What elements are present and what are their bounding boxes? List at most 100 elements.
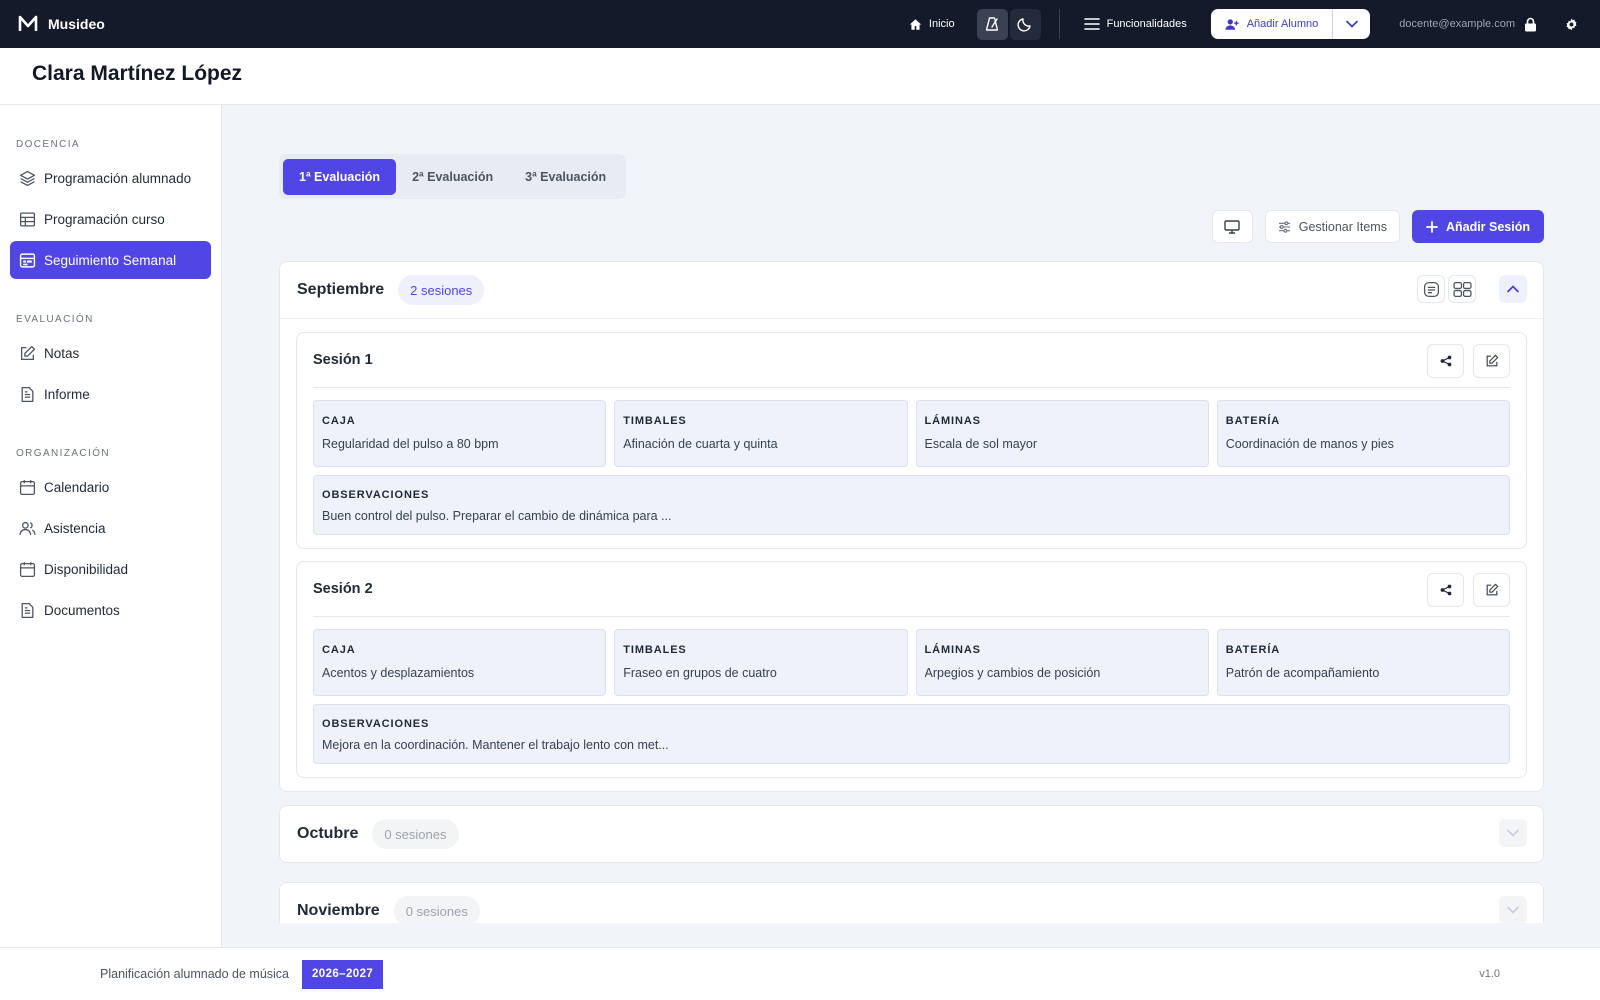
metronome-theme-button[interactable]	[976, 8, 1008, 40]
top-navbar: Musideo Inicio Funcionalidades Añadir Al…	[0, 0, 1600, 48]
sidebar-section-evaluacion: Evaluación	[16, 314, 94, 325]
item-label: Láminas	[924, 644, 981, 656]
session-title: Sesión 2	[313, 581, 373, 597]
item-cell-laminas: Láminas Arpegios y cambios de posición	[915, 629, 1209, 696]
sidebar-item-disponibilidad[interactable]: Disponibilidad	[10, 550, 211, 588]
item-value: Acentos y desplazamientos	[322, 666, 475, 680]
month-card-octubre: Octubre 0 sesiones	[279, 805, 1544, 863]
tab-1a-evaluacion[interactable]: 1ª Evaluación	[283, 158, 397, 195]
item-label: Batería	[1225, 415, 1281, 427]
edit-icon	[1486, 354, 1498, 367]
session-count-badge: 0 sesiones	[372, 819, 459, 849]
item-label: Timbales	[623, 415, 687, 427]
sidebar-item-label: Disponibilidad	[44, 561, 129, 577]
home-link[interactable]: Inicio	[901, 18, 963, 31]
features-label: Funcionalidades	[1106, 18, 1187, 30]
month-header[interactable]: Noviembre 0 sesiones	[280, 883, 1543, 923]
manage-items-label: Gestionar Items	[1298, 219, 1387, 234]
main-content: 1ª Evaluación 2ª Evaluación 3ª Evaluació…	[222, 105, 1600, 923]
item-label: Batería	[1225, 644, 1281, 656]
sidebar-item-label: Notas	[44, 345, 80, 361]
footer: Planificación alumnado de música 2026–20…	[0, 947, 1600, 1000]
item-label: Láminas	[924, 415, 981, 427]
add-student-dropdown[interactable]	[1332, 9, 1370, 39]
month-header[interactable]: Octubre 0 sesiones	[280, 806, 1543, 862]
item-value: Arpegios y cambios de posición	[924, 666, 1101, 680]
theme-switch	[976, 8, 1043, 40]
table-icon	[19, 211, 36, 227]
share-session-button[interactable]	[1427, 573, 1464, 607]
layers-icon	[19, 170, 36, 186]
page-header: Clara Martínez López	[0, 48, 1600, 105]
sidebar-item-calendario[interactable]: Calendario	[10, 468, 211, 506]
add-session-label: Añadir Sesión	[1445, 219, 1530, 234]
school-year-badge: 2026–2027	[302, 959, 384, 989]
collapse-button[interactable]	[1499, 275, 1527, 303]
add-student-button[interactable]: Añadir Alumno	[1211, 9, 1333, 39]
tab-2a-evaluacion[interactable]: 2ª Evaluación	[396, 159, 509, 195]
manage-items-button[interactable]: Gestionar Items	[1264, 210, 1400, 243]
add-session-button[interactable]: Añadir Sesión	[1411, 210, 1544, 243]
share-session-button[interactable]	[1427, 344, 1464, 378]
sidebar-item-programacion-curso[interactable]: Programación curso	[10, 200, 211, 238]
gear-icon[interactable]	[1565, 18, 1578, 31]
month-name: Septiembre	[297, 281, 385, 298]
item-value: Coordinación de manos y pies	[1225, 437, 1394, 451]
edit-session-button[interactable]	[1473, 573, 1510, 607]
observations-text: Mejora en la coordinación. Mantener el t…	[322, 738, 669, 752]
item-cell-caja: Caja Acentos y desplazamientos	[313, 629, 607, 696]
item-value: Patrón de acompañamiento	[1225, 666, 1380, 680]
item-cell-laminas: Láminas Escala de sol mayor	[915, 400, 1209, 467]
home-label: Inicio	[928, 18, 955, 30]
edit-icon	[1486, 583, 1498, 596]
grid-view-button[interactable]	[1448, 275, 1476, 303]
sidebar-item-documentos[interactable]: Documentos	[10, 591, 211, 629]
item-value: Escala de sol mayor	[924, 437, 1038, 451]
sidebar-item-label: Programación alumnado	[44, 170, 192, 186]
dark-mode-button[interactable]	[1009, 8, 1041, 40]
item-cell-caja: Caja Regularidad del pulso a 80 bpm	[313, 400, 607, 467]
tab-3a-evaluacion[interactable]: 3ª Evaluación	[509, 159, 622, 195]
list-view-button[interactable]	[1417, 275, 1445, 303]
month-name: Noviembre	[297, 902, 380, 919]
item-cell-timbales: Timbales Fraseo en grupos de cuatro	[614, 629, 908, 696]
item-value: Regularidad del pulso a 80 bpm	[322, 437, 499, 451]
share-icon	[1440, 584, 1451, 596]
expand-button[interactable]	[1499, 896, 1527, 923]
presentation-view-button[interactable]	[1211, 210, 1253, 243]
sidebar-item-notas[interactable]: Notas	[10, 334, 211, 372]
page-title: Clara Martínez López	[32, 62, 243, 85]
app-version: v1.0	[1479, 968, 1500, 980]
chevron-down-icon	[1507, 906, 1519, 914]
user-email: docente@example.com	[1399, 18, 1515, 30]
sidebar-item-informe[interactable]: Informe	[10, 375, 211, 413]
session-count-badge: 2 sesiones	[398, 275, 485, 305]
item-cell-timbales: Timbales Afinación de cuarta y quinta	[614, 400, 908, 467]
edit-session-button[interactable]	[1473, 344, 1510, 378]
chevron-down-icon	[1345, 20, 1358, 28]
chevron-up-icon	[1507, 285, 1519, 293]
sidebar-item-label: Calendario	[44, 479, 110, 495]
share-icon	[1440, 355, 1451, 367]
month-header[interactable]: Septiembre 2 sesiones	[280, 262, 1543, 318]
document-icon	[21, 602, 34, 618]
month-card-noviembre: Noviembre 0 sesiones	[279, 882, 1544, 923]
sidebar-item-seguimiento-semanal[interactable]: Seguimiento Semanal	[10, 241, 211, 279]
expand-button[interactable]	[1499, 819, 1527, 847]
brand[interactable]: Musideo	[18, 14, 105, 34]
sidebar-item-programacion-alumnado[interactable]: Programación alumnado	[10, 159, 211, 197]
sidebar-item-label: Programación curso	[44, 211, 165, 227]
sidebar-item-asistencia[interactable]: Asistencia	[10, 509, 211, 547]
toolbar: Gestionar Items Añadir Sesión	[1200, 210, 1544, 243]
item-label: Caja	[322, 644, 356, 656]
month-name: Octubre	[297, 825, 359, 842]
features-menu[interactable]: Funcionalidades	[1076, 17, 1195, 31]
add-student-label: Añadir Alumno	[1246, 18, 1319, 30]
menu-icon	[1083, 18, 1100, 30]
sidebar-item-label: Informe	[44, 386, 90, 402]
evaluation-tabs: 1ª Evaluación 2ª Evaluación 3ª Evaluació…	[279, 154, 627, 199]
observations-text: Buen control del pulso. Preparar el camb…	[322, 509, 672, 523]
topbar-divider	[1058, 9, 1060, 39]
lock-icon[interactable]	[1524, 17, 1537, 32]
month-body: Sesión 1 Caja Regularidad del pulso a 80…	[280, 318, 1543, 791]
